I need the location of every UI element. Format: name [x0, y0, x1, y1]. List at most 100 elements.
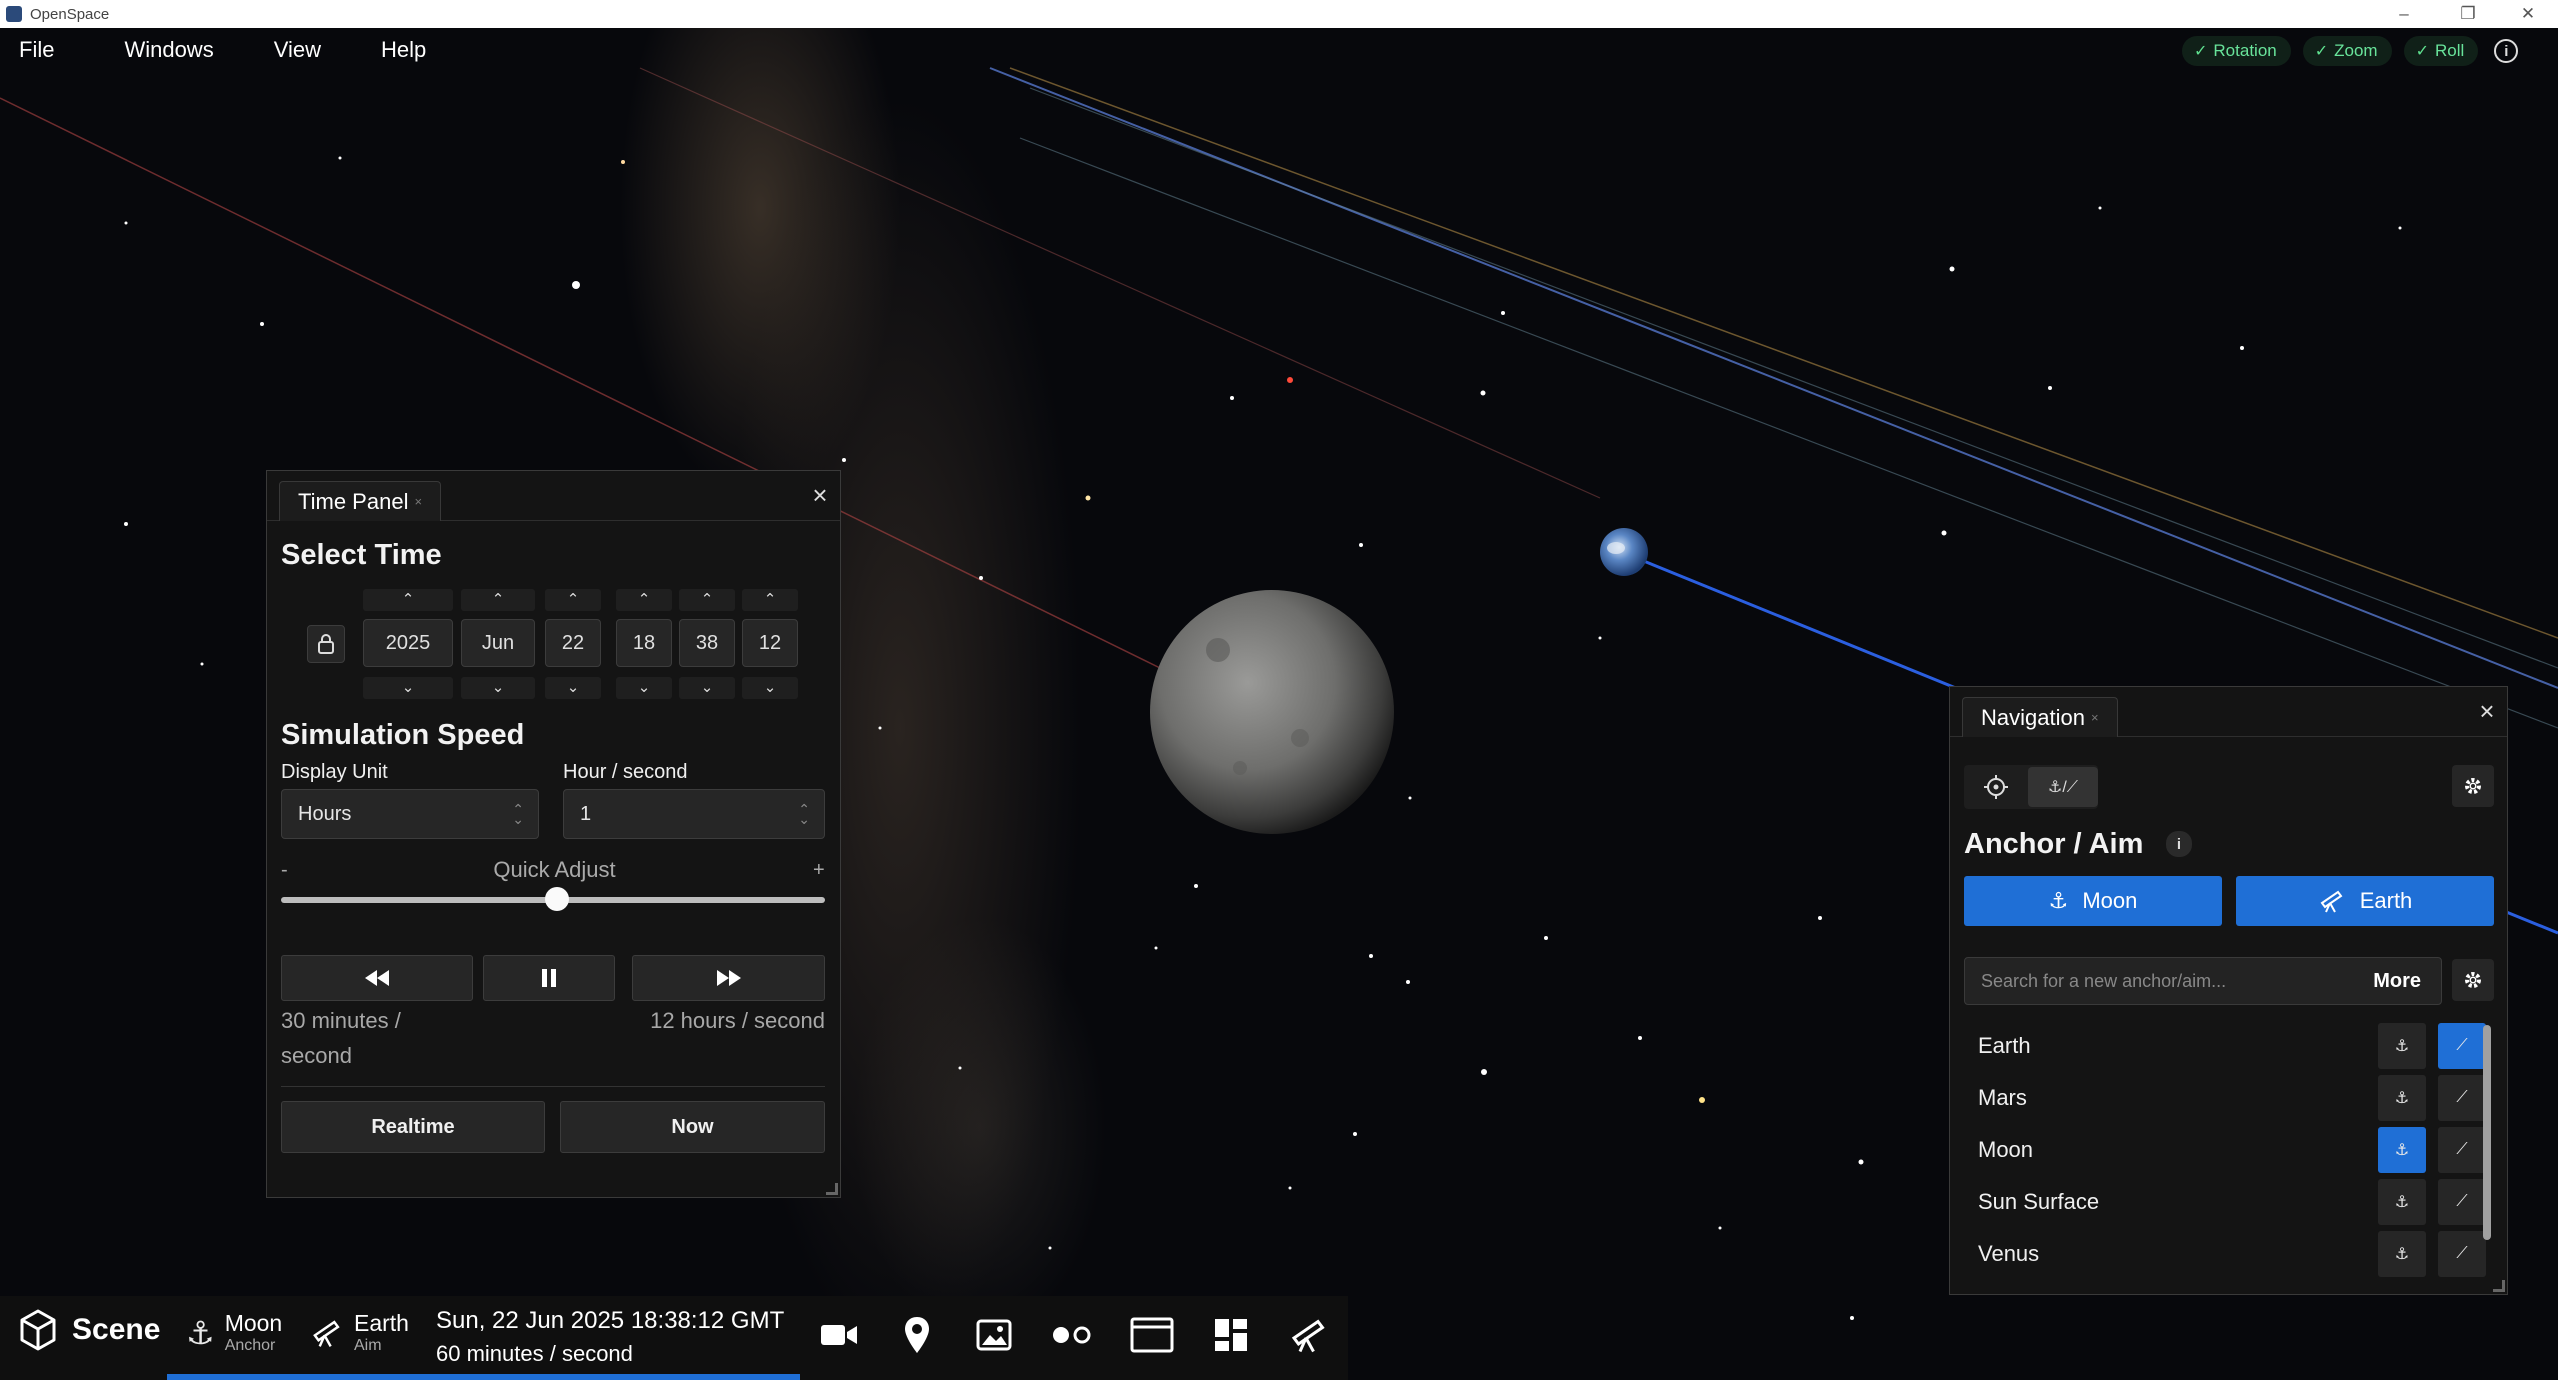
anchor-aim-mode-button[interactable]: ⚓/⟋ — [2028, 767, 2098, 807]
navigation-settings-button[interactable] — [2452, 765, 2494, 807]
time-panel-tabbar: Time Panel × × — [267, 471, 840, 521]
list-item-venus[interactable]: Venus ⚓ ⟋ — [1964, 1228, 2486, 1280]
month-up-button[interactable]: ⌃ — [461, 589, 535, 611]
rate-input[interactable]: 1 ⌃ ⌄ — [563, 789, 825, 839]
hour-up-button[interactable]: ⌃ — [616, 589, 672, 611]
list-item-mars[interactable]: Mars ⚓ ⟋ — [1964, 1072, 2486, 1124]
anchor-name: Moon — [224, 1310, 283, 1336]
resize-grip-icon[interactable] — [2493, 1280, 2505, 1292]
second-field[interactable]: 12 — [742, 619, 798, 667]
list-item-sun-surface[interactable]: Sun Surface ⚓ ⟋ — [1964, 1176, 2486, 1228]
tab-close-icon[interactable]: × — [2091, 710, 2099, 725]
time-display[interactable]: Sun, 22 Jun 2025 18:38:12 GMT 60 minutes… — [436, 1304, 784, 1370]
quick-adjust-knob[interactable] — [545, 887, 569, 911]
navigation-panel-tab-label: Navigation — [1981, 704, 2085, 730]
scene-menu-button[interactable]: Scene — [18, 1308, 160, 1352]
month-down-button[interactable]: ⌄ — [461, 677, 535, 699]
info-icon[interactable]: i — [2166, 831, 2192, 857]
resize-grip-icon[interactable] — [826, 1183, 838, 1195]
menu-help[interactable]: Help — [362, 37, 445, 63]
time-panel-tab[interactable]: Time Panel × — [279, 481, 442, 521]
month-field[interactable]: Jun — [461, 619, 535, 667]
list-item-label: Venus — [1978, 1241, 2040, 1266]
quick-adjust-label: Quick Adjust — [493, 857, 616, 882]
set-aim-button[interactable]: ⟋ — [2438, 1127, 2486, 1173]
year-up-button[interactable]: ⌃ — [363, 589, 453, 611]
navigation-panel-tab[interactable]: Navigation × — [1962, 697, 2118, 737]
hour-field[interactable]: 18 — [616, 619, 672, 667]
minute-field[interactable]: 38 — [679, 619, 735, 667]
anchor-button[interactable]: ⚓ Moon — [1964, 876, 2222, 926]
list-item-moon[interactable]: Moon ⚓ ⟋ — [1964, 1124, 2486, 1176]
set-anchor-button[interactable]: ⚓ — [2378, 1231, 2426, 1277]
camera-toggles: ✓ Rotation ✓ Zoom ✓ Roll i — [2182, 36, 2519, 66]
minute-up-button[interactable]: ⌃ — [679, 589, 735, 611]
flickr-dots-icon[interactable] — [1047, 1310, 1097, 1360]
search-settings-button[interactable] — [2452, 959, 2494, 1001]
pause-icon — [542, 969, 556, 987]
map-pin-icon[interactable] — [892, 1310, 942, 1360]
day-down-button[interactable]: ⌄ — [545, 677, 601, 699]
check-icon: ✓ — [2314, 43, 2329, 60]
set-aim-button[interactable]: ⟋ — [2438, 1179, 2486, 1225]
set-aim-button[interactable]: ⟋ — [2438, 1231, 2486, 1277]
day-field[interactable]: 22 — [545, 619, 601, 667]
set-anchor-button[interactable]: ⚓ — [2378, 1075, 2426, 1121]
rotation-toggle[interactable]: ✓ Rotation — [2182, 36, 2291, 66]
day-up-button[interactable]: ⌃ — [545, 589, 601, 611]
zoom-toggle-label: Zoom — [2334, 41, 2378, 60]
simulation-speed-heading: Simulation Speed — [281, 719, 525, 751]
year-field[interactable]: 2025 — [363, 619, 453, 667]
stepper-arrows-icon[interactable]: ⌃ ⌄ — [798, 802, 810, 826]
aim-button[interactable]: Earth — [2236, 876, 2494, 926]
set-anchor-button[interactable]: ⚓ — [2378, 1179, 2426, 1225]
year-down-button[interactable]: ⌄ — [363, 677, 453, 699]
focus-mode-button[interactable] — [1964, 765, 2028, 809]
hour-down-button[interactable]: ⌄ — [616, 677, 672, 699]
navigation-panel-close-icon[interactable]: × — [2475, 698, 2499, 724]
anchor-search-input[interactable]: Search for a new anchor/aim... More — [1964, 957, 2442, 1005]
window-icon[interactable] — [1127, 1310, 1177, 1360]
info-icon[interactable]: i — [2494, 39, 2519, 63]
zoom-toggle[interactable]: ✓ Zoom — [2302, 36, 2392, 66]
image-icon[interactable] — [969, 1310, 1019, 1360]
display-unit-value: Hours — [298, 802, 352, 825]
telescope-icon: ⟋ — [2456, 1245, 2468, 1262]
anchor-icon: ⚓ — [2394, 1194, 2410, 1211]
menu-view[interactable]: View — [255, 37, 340, 63]
pause-button[interactable] — [483, 955, 615, 1001]
telescope-icon: ⟋ — [2456, 1089, 2468, 1106]
display-unit-select[interactable]: Hours ⌃ ⌄ — [281, 789, 539, 839]
anchor-indicator[interactable]: ⚓ Moon Anchor — [186, 1310, 282, 1356]
more-button[interactable]: More — [2373, 970, 2421, 993]
tab-close-icon[interactable]: × — [414, 494, 422, 509]
menu-file[interactable]: File — [0, 37, 73, 63]
time-panel-close-icon[interactable]: × — [808, 482, 832, 508]
maximize-button[interactable]: ❐ — [2440, 0, 2496, 28]
step-forward-rate-label: 12 hours / second — [650, 1008, 825, 1033]
now-button[interactable]: Now — [560, 1101, 825, 1153]
roll-toggle[interactable]: ✓ Roll — [2403, 36, 2479, 66]
second-down-button[interactable]: ⌄ — [742, 677, 798, 699]
menu-windows[interactable]: Windows — [105, 37, 232, 63]
minute-down-button[interactable]: ⌄ — [679, 677, 735, 699]
menu-bar: File Windows View Help — [0, 30, 467, 70]
list-scrollbar[interactable] — [2483, 1025, 2491, 1240]
step-forward-button[interactable] — [632, 955, 825, 1001]
aim-indicator[interactable]: Earth Aim — [310, 1310, 409, 1356]
lock-button[interactable] — [307, 625, 345, 663]
telescope-icon[interactable] — [1284, 1310, 1334, 1360]
second-up-button[interactable]: ⌃ — [742, 589, 798, 611]
window-close-button[interactable]: ✕ — [2500, 0, 2556, 28]
gear-icon — [2465, 972, 2481, 988]
minimize-button[interactable]: – — [2376, 0, 2432, 28]
list-item-earth[interactable]: Earth ⚓ ⟋ — [1964, 1020, 2486, 1072]
set-anchor-button[interactable]: ⚓ — [2378, 1127, 2426, 1173]
set-anchor-button[interactable]: ⚓ — [2378, 1023, 2426, 1069]
realtime-button[interactable]: Realtime — [281, 1101, 545, 1153]
dashboard-icon[interactable] — [1206, 1310, 1256, 1360]
set-aim-button[interactable]: ⟋ — [2438, 1023, 2486, 1069]
set-aim-button[interactable]: ⟋ — [2438, 1075, 2486, 1121]
video-camera-icon[interactable] — [814, 1310, 864, 1360]
step-back-button[interactable] — [281, 955, 473, 1001]
